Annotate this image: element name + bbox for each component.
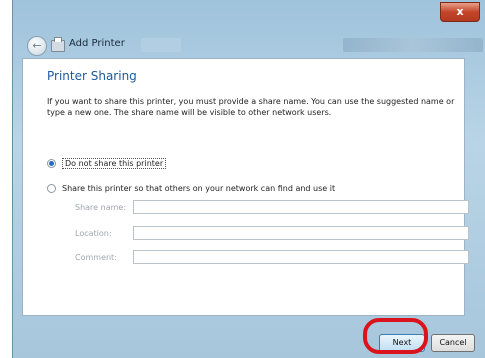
location-row: Location: <box>75 226 469 240</box>
radio-share[interactable]: Share this printer so that others on you… <box>47 184 335 193</box>
cancel-button[interactable]: Cancel <box>431 334 475 352</box>
radio-button-unchecked[interactable] <box>47 184 56 193</box>
title-decoration-right <box>343 38 483 52</box>
close-button[interactable]: x <box>440 2 480 22</box>
close-icon: x <box>456 5 464 18</box>
radio-do-not-share[interactable]: Do not share this printer <box>47 158 167 169</box>
share-name-input[interactable] <box>133 200 469 214</box>
wizard-content: Printer Sharing If you want to share thi… <box>22 58 469 316</box>
back-arrow-icon: ← <box>32 39 42 52</box>
page-title: Printer Sharing <box>47 69 137 83</box>
location-input[interactable] <box>133 226 469 240</box>
comment-label: Comment: <box>75 252 117 262</box>
comment-row: Comment: <box>75 250 469 264</box>
back-button[interactable]: ← <box>27 36 47 56</box>
comment-input[interactable] <box>133 250 469 264</box>
radio-label-do-not-share: Do not share this printer <box>62 158 167 169</box>
location-label: Location: <box>75 228 112 238</box>
share-name-row: Share name: <box>75 200 469 214</box>
page-description: If you want to share this printer, you m… <box>47 97 455 117</box>
radio-label-share: Share this printer so that others on you… <box>62 184 336 193</box>
radio-button-checked[interactable] <box>47 159 56 168</box>
next-highlight-annotation <box>363 318 428 354</box>
share-name-label: Share name: <box>75 202 127 212</box>
title-bar: x ← Add Printer <box>13 0 485 56</box>
title-decoration <box>141 38 181 52</box>
printer-icon <box>51 37 65 52</box>
window-title: Add Printer <box>69 38 125 49</box>
